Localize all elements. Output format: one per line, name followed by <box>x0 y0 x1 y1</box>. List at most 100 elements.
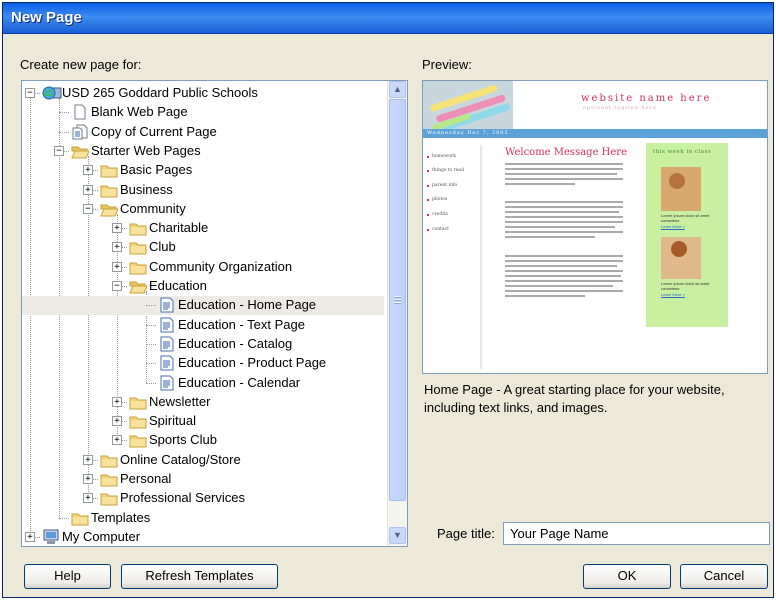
tree-item[interactable]: + Spiritual <box>22 412 384 431</box>
folder-icon <box>129 239 147 255</box>
blank-page-icon <box>71 104 89 120</box>
folder-icon <box>129 259 147 275</box>
expand-icon[interactable]: + <box>112 416 122 427</box>
tree-item[interactable]: − Community <box>22 200 384 219</box>
scroll-up-button[interactable]: ▲ <box>389 81 406 98</box>
tree-item[interactable]: Education - Text Page <box>22 316 384 335</box>
tree-item[interactable]: Blank Web Page <box>22 103 384 122</box>
tree-item[interactable]: + Charitable <box>22 219 384 238</box>
tree-item-label: My Computer <box>62 528 141 544</box>
preview-site-name: website name here <box>581 93 712 104</box>
tree-connector <box>59 131 69 133</box>
tree-item-label: Business <box>120 181 173 197</box>
tree-item-label: Education - Calendar <box>178 374 301 390</box>
ok-button[interactable]: OK <box>583 564 671 589</box>
tree-item[interactable]: Templates <box>22 509 384 528</box>
tree-item[interactable]: Education - Calendar <box>22 374 384 393</box>
tree-item-label: Basic Pages <box>120 162 193 178</box>
tree-item[interactable]: + Newsletter <box>22 393 384 412</box>
tree-item-label: Education - Product Page <box>178 355 327 371</box>
new-page-dialog: New Page Create new page for: Preview: −… <box>2 2 774 598</box>
tree-item-label: Education - Text Page <box>178 316 305 332</box>
expand-icon[interactable]: + <box>112 242 122 253</box>
tree-item[interactable]: − Starter Web Pages <box>22 142 384 161</box>
expand-icon[interactable]: + <box>83 454 93 465</box>
tree-item[interactable]: Copy of Current Page <box>22 123 384 142</box>
expand-icon[interactable]: + <box>83 165 93 176</box>
page-title-input[interactable]: Your Page Name <box>503 522 770 545</box>
tree-item[interactable]: + Club <box>22 238 384 257</box>
folder-open-icon <box>129 278 148 294</box>
tree-item[interactable]: − USD 265 Goddard Public Schools <box>22 84 384 103</box>
tree-item-label: Community Organization <box>149 258 293 274</box>
photo-head <box>669 173 685 189</box>
tree-item[interactable]: + Professional Services <box>22 489 384 508</box>
tree-item[interactable]: Education - Home Page <box>22 296 384 316</box>
tree-item-label: Community <box>120 200 186 216</box>
folder-icon <box>100 162 118 178</box>
tree-item-label: Education - Catalog <box>178 335 293 351</box>
help-button[interactable]: Help <box>24 564 111 589</box>
folder-icon <box>129 432 147 448</box>
tree-scrollbar[interactable]: ▲ ▼ <box>387 81 407 546</box>
folder-icon <box>129 220 147 236</box>
preview-date: Wednesday Dec 7, 2005 <box>427 130 509 136</box>
template-preview: website name here optional tagline here … <box>422 80 768 374</box>
expand-icon[interactable]: + <box>112 223 122 234</box>
collapse-icon[interactable]: − <box>54 145 64 156</box>
expand-icon[interactable]: + <box>112 435 122 446</box>
scroll-down-button[interactable]: ▼ <box>389 527 406 544</box>
scroll-grip <box>394 296 401 298</box>
folder-icon <box>100 471 118 487</box>
tree-item-label: Templates <box>91 509 151 525</box>
template-page-icon <box>158 375 176 391</box>
template-page-icon <box>158 336 176 352</box>
preview-nav-item: credits <box>432 212 448 217</box>
preview-caption: Lorem ipsum dolor sit amet consetetur <box>661 281 710 291</box>
preview-link: Learn More » <box>661 292 685 297</box>
preview-nav-item: photos <box>432 197 448 202</box>
preview-label: Preview: <box>422 57 472 72</box>
tree-item[interactable]: + Online Catalog/Store <box>22 451 384 470</box>
globe-computer-icon <box>42 85 62 101</box>
tree-item[interactable]: + Sports Club <box>22 431 384 450</box>
preview-nav-item: homework <box>432 154 456 159</box>
preview-heading: Welcome Message Here <box>505 147 627 158</box>
tree-item[interactable]: + Basic Pages <box>22 161 384 180</box>
tree-connector <box>146 343 156 345</box>
expand-icon[interactable]: + <box>83 184 93 195</box>
template-tree[interactable]: − USD 265 Goddard Public Schools Blank Web… <box>21 80 408 547</box>
tree-item[interactable]: + My Computer <box>22 528 384 546</box>
expand-icon[interactable]: + <box>83 493 93 504</box>
preview-image <box>423 81 767 369</box>
collapse-icon[interactable]: − <box>25 88 35 98</box>
tree-item-label: Sports Club <box>149 432 217 448</box>
preview-body-text <box>505 163 623 297</box>
expand-icon[interactable]: + <box>112 261 122 272</box>
template-page-icon <box>158 355 176 371</box>
scroll-thumb[interactable] <box>389 99 406 501</box>
tree-connector <box>59 112 69 114</box>
cancel-button[interactable]: Cancel <box>680 564 768 589</box>
tree-item[interactable]: Education - Product Page <box>22 354 384 373</box>
expand-icon[interactable]: + <box>83 474 93 484</box>
nav-bullets <box>427 156 429 231</box>
tree-item-label: Online Catalog/Store <box>120 451 241 467</box>
folder-icon <box>100 182 118 198</box>
title-bar[interactable]: New Page <box>3 3 773 34</box>
tree-item[interactable]: + Personal <box>22 470 384 489</box>
expand-icon[interactable]: + <box>112 396 122 407</box>
refresh-templates-button[interactable]: Refresh Templates <box>121 564 278 589</box>
tree-item[interactable]: + Community Organization <box>22 258 384 277</box>
folder-icon <box>129 394 147 410</box>
preview-nav-item: contact <box>432 227 449 232</box>
expand-icon[interactable]: + <box>25 531 35 542</box>
tree-item[interactable]: − Education <box>22 277 384 296</box>
collapse-icon[interactable]: − <box>83 203 93 214</box>
folder-icon <box>71 510 89 526</box>
copy-page-icon <box>71 124 89 140</box>
tree-connector <box>146 324 156 326</box>
tree-item[interactable]: + Business <box>22 181 384 200</box>
tree-item[interactable]: Education - Catalog <box>22 335 384 354</box>
collapse-icon[interactable]: − <box>112 281 122 291</box>
